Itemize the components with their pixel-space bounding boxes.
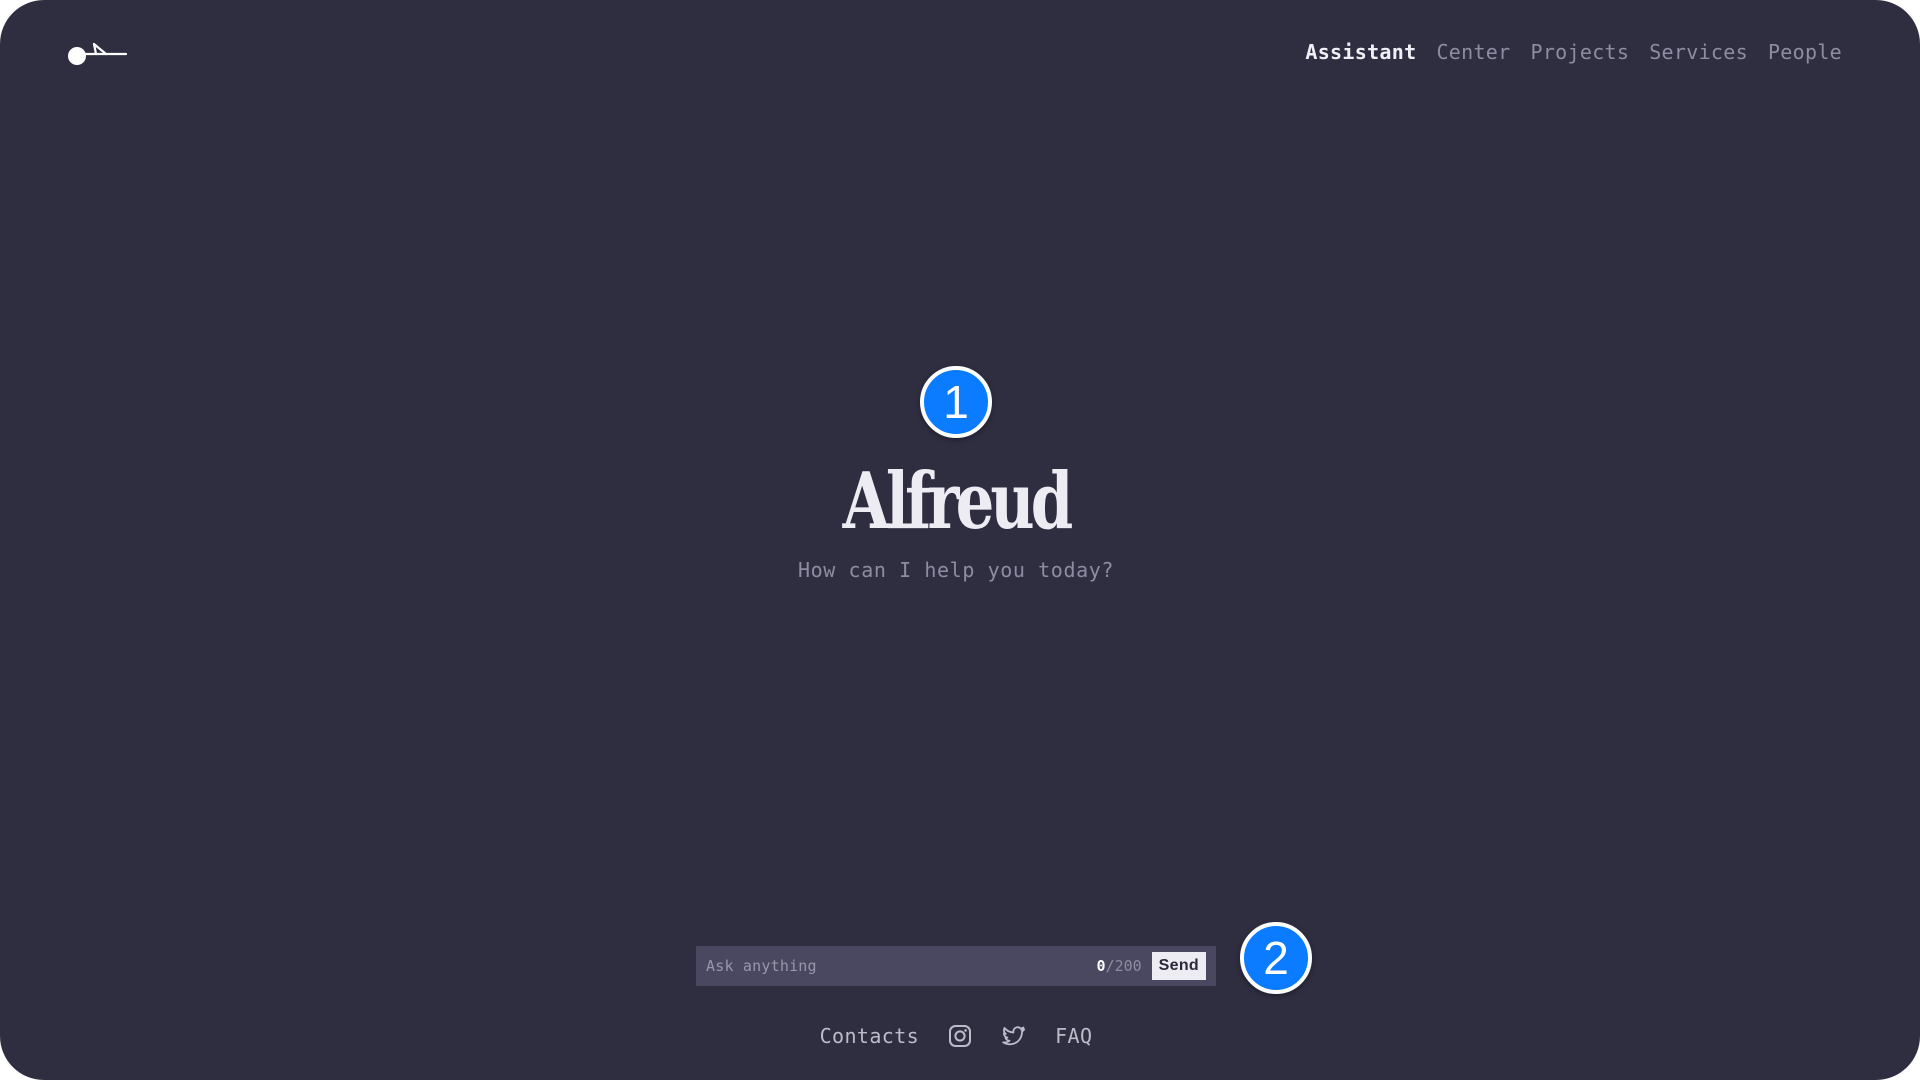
twitter-glyph: [1002, 1026, 1026, 1046]
instagram-icon[interactable]: [947, 1023, 973, 1049]
nav-item-projects[interactable]: Projects: [1530, 38, 1629, 66]
ask-input[interactable]: [706, 957, 1097, 975]
annotation-badge-1: 1: [920, 366, 992, 438]
app-window: Assistant Center Projects Services Peopl…: [0, 0, 1920, 1080]
annotation-badge-2: 2: [1240, 922, 1312, 994]
nav-item-assistant[interactable]: Assistant: [1305, 38, 1416, 66]
nav-item-services[interactable]: Services: [1649, 38, 1748, 66]
page-subtitle: How can I help you today?: [797, 558, 1115, 582]
page-title: Alfreud: [842, 456, 1074, 547]
chat-input-bar: 0/200 Send: [696, 946, 1216, 986]
nav-item-people[interactable]: People: [1768, 38, 1842, 66]
footer: Contacts FAQ: [0, 1022, 1912, 1050]
contacts-link[interactable]: Contacts: [820, 1022, 920, 1050]
top-nav: Assistant Center Projects Services Peopl…: [1305, 38, 1842, 66]
instagram-glyph: [949, 1025, 972, 1047]
char-counter: 0/200: [1097, 957, 1142, 975]
char-count: 0: [1096, 957, 1106, 975]
faq-link[interactable]: FAQ: [1055, 1022, 1092, 1050]
send-button[interactable]: Send: [1151, 952, 1206, 980]
logo-icon[interactable]: [66, 38, 130, 68]
twitter-icon[interactable]: [1001, 1023, 1027, 1049]
logo-mark: [68, 42, 128, 65]
nav-item-center[interactable]: Center: [1436, 38, 1510, 66]
char-max: /200: [1105, 957, 1142, 975]
